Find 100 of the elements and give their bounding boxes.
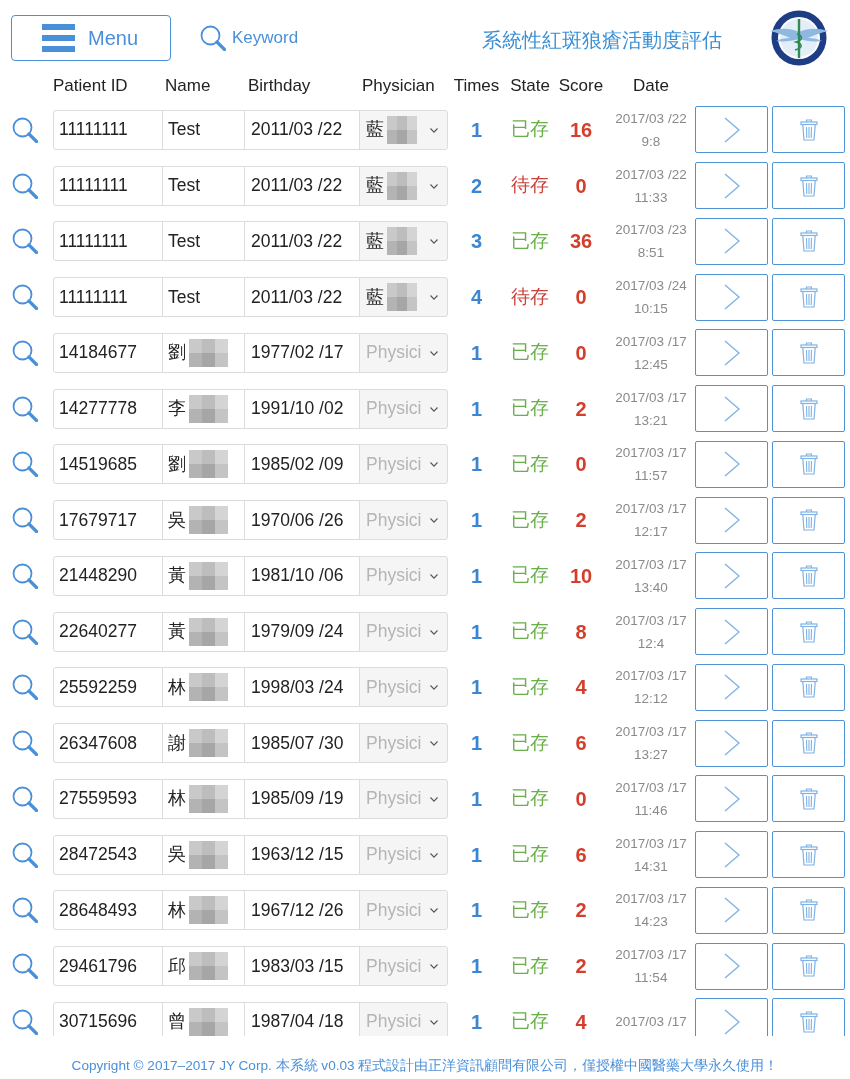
name-field[interactable]: 邱: [162, 946, 245, 987]
birthday-field[interactable]: 1977/02 /17: [244, 332, 360, 373]
birthday-field[interactable]: 1991/10 /02: [244, 388, 360, 429]
delete-button[interactable]: [772, 162, 845, 210]
delete-button[interactable]: [772, 106, 845, 154]
open-button[interactable]: [695, 329, 768, 377]
open-button[interactable]: [695, 998, 768, 1036]
birthday-field[interactable]: 2011/03 /22: [244, 165, 360, 206]
search-icon[interactable]: [12, 1008, 38, 1035]
search-icon[interactable]: [12, 116, 38, 143]
birthday-field[interactable]: 1963/12 /15: [244, 834, 360, 875]
open-button[interactable]: [695, 663, 768, 711]
physician-select[interactable]: 藍: [359, 165, 448, 206]
physician-select[interactable]: 藍: [359, 277, 448, 318]
patient-id-field[interactable]: 22640277: [53, 611, 163, 652]
name-field[interactable]: 黃: [162, 555, 245, 596]
name-field[interactable]: 謝: [162, 723, 245, 764]
physician-select[interactable]: 藍: [359, 221, 448, 262]
patient-id-field[interactable]: 21448290: [53, 555, 163, 596]
patient-id-field[interactable]: 14184677: [53, 332, 163, 373]
birthday-field[interactable]: 1985/07 /30: [244, 723, 360, 764]
name-field[interactable]: 黃: [162, 611, 245, 652]
name-field[interactable]: 劉: [162, 332, 245, 373]
name-field[interactable]: Test: [162, 165, 245, 206]
search-icon[interactable]: [12, 730, 38, 757]
birthday-field[interactable]: 2011/03 /22: [244, 221, 360, 262]
open-button[interactable]: [695, 942, 768, 990]
birthday-field[interactable]: 2011/03 /22: [244, 109, 360, 150]
patient-id-field[interactable]: 27559593: [53, 778, 163, 819]
open-button[interactable]: [695, 273, 768, 321]
search-icon[interactable]: [12, 618, 38, 645]
open-button[interactable]: [695, 775, 768, 823]
delete-button[interactable]: [772, 663, 845, 711]
delete-button[interactable]: [772, 831, 845, 879]
open-button[interactable]: [695, 496, 768, 544]
open-button[interactable]: [695, 162, 768, 210]
name-field[interactable]: 劉: [162, 444, 245, 485]
patient-id-field[interactable]: 30715696: [53, 1001, 163, 1036]
open-button[interactable]: [695, 831, 768, 879]
patient-id-field[interactable]: 11111111: [53, 277, 163, 318]
delete-button[interactable]: [772, 886, 845, 934]
birthday-field[interactable]: 1998/03 /24: [244, 667, 360, 708]
birthday-field[interactable]: 1970/06 /26: [244, 500, 360, 541]
name-field[interactable]: 吳: [162, 500, 245, 541]
search-icon[interactable]: [12, 339, 38, 366]
name-field[interactable]: 林: [162, 890, 245, 931]
name-field[interactable]: 林: [162, 778, 245, 819]
name-field[interactable]: 李: [162, 388, 245, 429]
name-field[interactable]: 曾: [162, 1001, 245, 1036]
search-icon[interactable]: [12, 897, 38, 924]
search-icon[interactable]: [12, 284, 38, 311]
birthday-field[interactable]: 1983/03 /15: [244, 946, 360, 987]
birthday-field[interactable]: 1985/02 /09: [244, 444, 360, 485]
open-button[interactable]: [695, 106, 768, 154]
open-button[interactable]: [695, 552, 768, 600]
patient-id-field[interactable]: 26347608: [53, 723, 163, 764]
birthday-field[interactable]: 1981/10 /06: [244, 555, 360, 596]
patient-id-field[interactable]: 11111111: [53, 109, 163, 150]
search-icon[interactable]: [12, 953, 38, 980]
delete-button[interactable]: [772, 942, 845, 990]
open-button[interactable]: [695, 719, 768, 767]
search-icon[interactable]: [12, 228, 38, 255]
name-field[interactable]: 林: [162, 667, 245, 708]
search-icon[interactable]: [12, 785, 38, 812]
name-field[interactable]: 吳: [162, 834, 245, 875]
delete-button[interactable]: [772, 496, 845, 544]
delete-button[interactable]: [772, 998, 845, 1036]
patient-id-field[interactable]: 11111111: [53, 221, 163, 262]
open-button[interactable]: [695, 217, 768, 265]
search-icon[interactable]: [12, 562, 38, 589]
search-icon[interactable]: [12, 451, 38, 478]
patient-id-field[interactable]: 11111111: [53, 165, 163, 206]
open-button[interactable]: [695, 440, 768, 488]
patient-id-field[interactable]: 28648493: [53, 890, 163, 931]
patient-id-field[interactable]: 28472543: [53, 834, 163, 875]
delete-button[interactable]: [772, 775, 845, 823]
patient-id-field[interactable]: 14519685: [53, 444, 163, 485]
patient-id-field[interactable]: 14277778: [53, 388, 163, 429]
search-icon[interactable]: [12, 507, 38, 534]
search-icon[interactable]: [200, 25, 226, 51]
delete-button[interactable]: [772, 440, 845, 488]
search-icon[interactable]: [12, 395, 38, 422]
delete-button[interactable]: [772, 719, 845, 767]
delete-button[interactable]: [772, 217, 845, 265]
patient-id-field[interactable]: 17679717: [53, 500, 163, 541]
birthday-field[interactable]: 1967/12 /26: [244, 890, 360, 931]
open-button[interactable]: [695, 608, 768, 656]
delete-button[interactable]: [772, 385, 845, 433]
keyword-field[interactable]: Keyword: [232, 28, 316, 48]
name-field[interactable]: Test: [162, 277, 245, 318]
search-icon[interactable]: [12, 841, 38, 868]
delete-button[interactable]: [772, 273, 845, 321]
open-button[interactable]: [695, 385, 768, 433]
birthday-field[interactable]: 2011/03 /22: [244, 277, 360, 318]
name-field[interactable]: Test: [162, 109, 245, 150]
patient-id-field[interactable]: 25592259: [53, 667, 163, 708]
delete-button[interactable]: [772, 608, 845, 656]
physician-select[interactable]: 藍: [359, 109, 448, 150]
search-icon[interactable]: [12, 172, 38, 199]
name-field[interactable]: Test: [162, 221, 245, 262]
